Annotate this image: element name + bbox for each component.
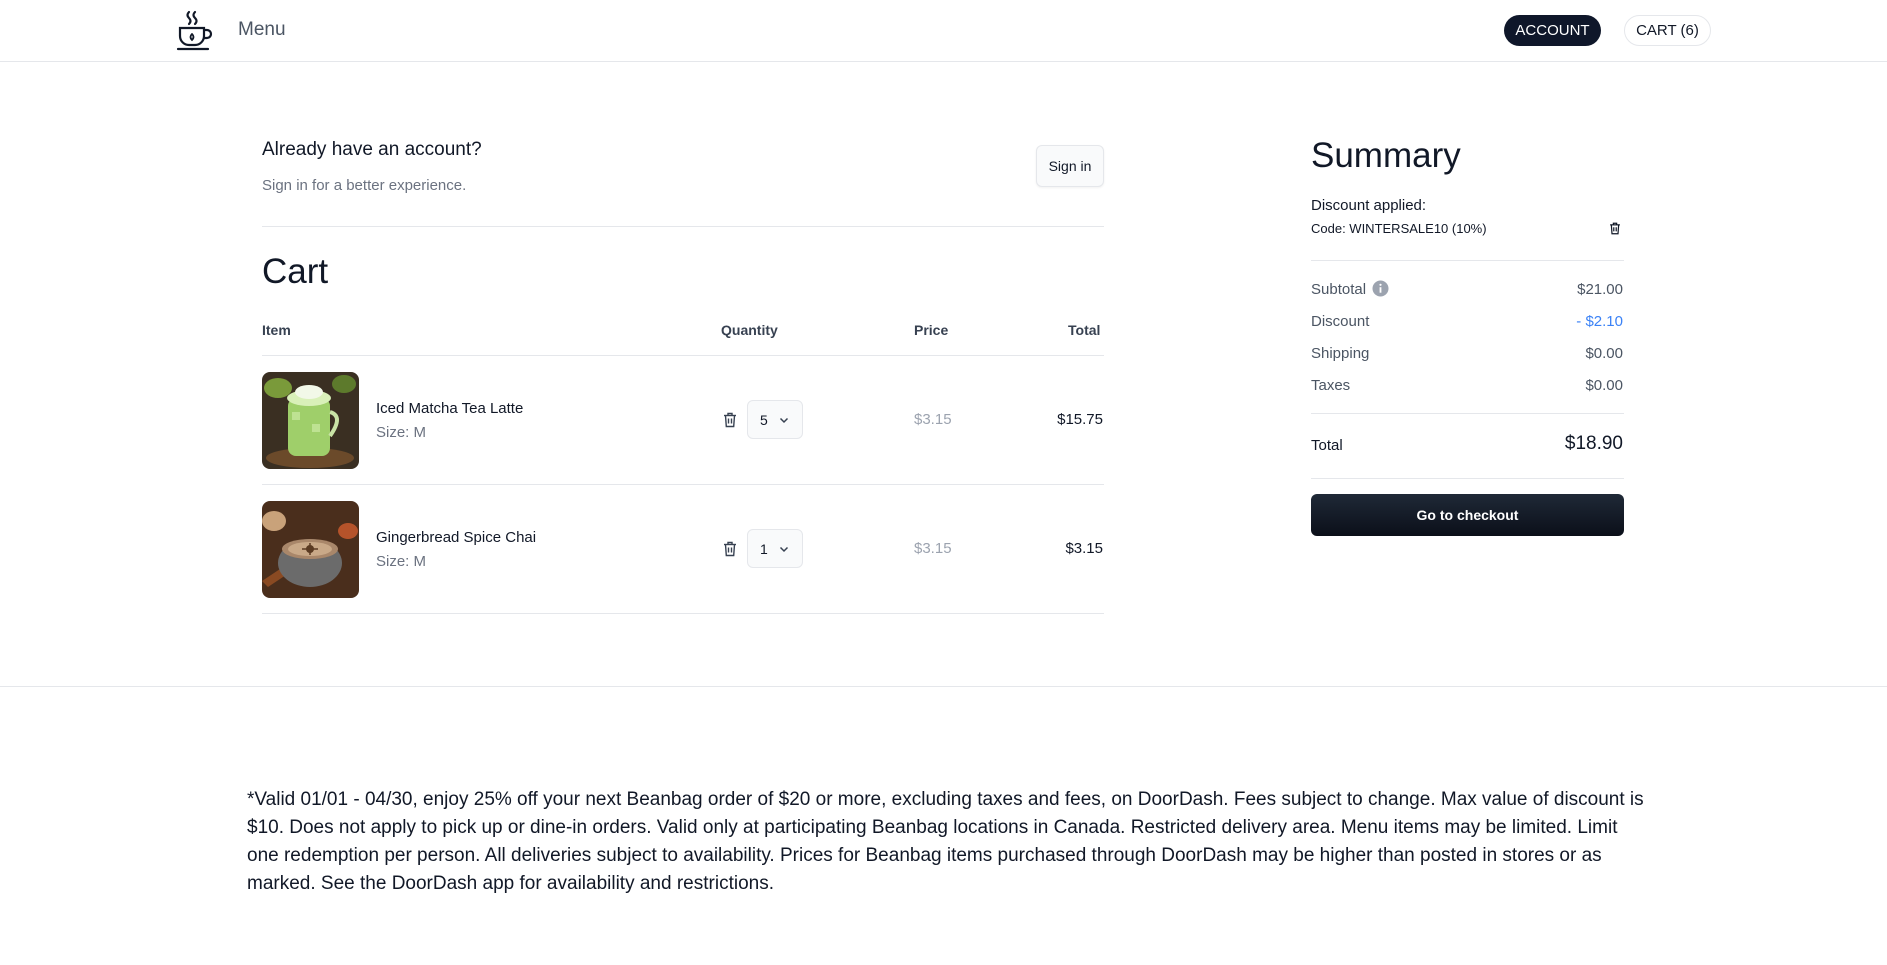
shipping-label: Shipping	[1311, 345, 1370, 362]
footer-divider	[0, 686, 1887, 687]
sign-in-button[interactable]: Sign in	[1036, 145, 1104, 187]
item-name: Gingerbread Spice Chai	[376, 529, 537, 546]
item-price: $3.15	[914, 540, 952, 557]
quantity-value: 5	[760, 411, 768, 428]
trash-icon[interactable]	[722, 540, 738, 558]
remove-discount-icon[interactable]	[1609, 222, 1621, 240]
discount-row-label: Discount	[1311, 313, 1370, 330]
divider	[1311, 260, 1624, 261]
divider	[262, 355, 1104, 356]
info-icon[interactable]	[1372, 280, 1389, 297]
divider	[1311, 478, 1624, 479]
column-header-quantity: Quantity	[721, 322, 778, 338]
quantity-select[interactable]: 1	[747, 529, 803, 568]
subtotal-value: $21.00	[1577, 281, 1623, 298]
shipping-value: $0.00	[1585, 345, 1623, 362]
item-total: $15.75	[1057, 411, 1103, 428]
trash-icon[interactable]	[722, 411, 738, 429]
item-total: $3.15	[1065, 540, 1103, 557]
quantity-value: 1	[760, 540, 768, 557]
discount-label: Discount applied:	[1311, 197, 1427, 214]
subtotal-label: Subtotal	[1311, 281, 1367, 298]
item-size: Size: M	[376, 424, 427, 441]
quantity-select[interactable]: 5	[747, 400, 803, 439]
divider	[1311, 413, 1624, 414]
total-label: Total	[1311, 437, 1343, 454]
column-header-item: Item	[262, 322, 291, 338]
column-header-total: Total	[1068, 322, 1101, 338]
divider	[262, 613, 1104, 614]
chevron-down-icon	[779, 417, 789, 424]
top-nav: Menu ACCOUNT CART (6)	[0, 0, 1887, 62]
divider	[262, 226, 1104, 227]
discount-code: Code: WINTERSALE10 (10%)	[1311, 221, 1487, 236]
summary-title: Summary	[1311, 136, 1461, 175]
cart-title: Cart	[262, 252, 329, 291]
checkout-button[interactable]: Go to checkout	[1311, 494, 1624, 536]
chevron-down-icon	[779, 546, 789, 553]
discount-value: - $2.10	[1576, 313, 1623, 330]
taxes-value: $0.00	[1585, 377, 1623, 394]
total-value: $18.90	[1564, 433, 1623, 454]
item-size: Size: M	[376, 553, 427, 570]
column-header-price: Price	[914, 322, 949, 338]
coffee-cup-icon[interactable]	[175, 9, 215, 51]
promo-disclaimer: *Valid 01/01 - 04/30, enjoy 25% off your…	[247, 789, 1644, 894]
product-image[interactable]	[262, 372, 359, 469]
account-button[interactable]: ACCOUNT	[1504, 15, 1601, 46]
menu-link[interactable]: Menu	[238, 19, 286, 41]
account-prompt-subtext: Sign in for a better experience.	[262, 177, 467, 194]
account-prompt-heading: Already have an account?	[262, 139, 482, 160]
item-price: $3.15	[914, 411, 952, 428]
item-name: Iced Matcha Tea Latte	[376, 400, 524, 417]
taxes-label: Taxes	[1311, 377, 1351, 394]
product-image[interactable]	[262, 501, 359, 598]
divider	[262, 484, 1104, 485]
cart-button[interactable]: CART (6)	[1624, 15, 1711, 46]
